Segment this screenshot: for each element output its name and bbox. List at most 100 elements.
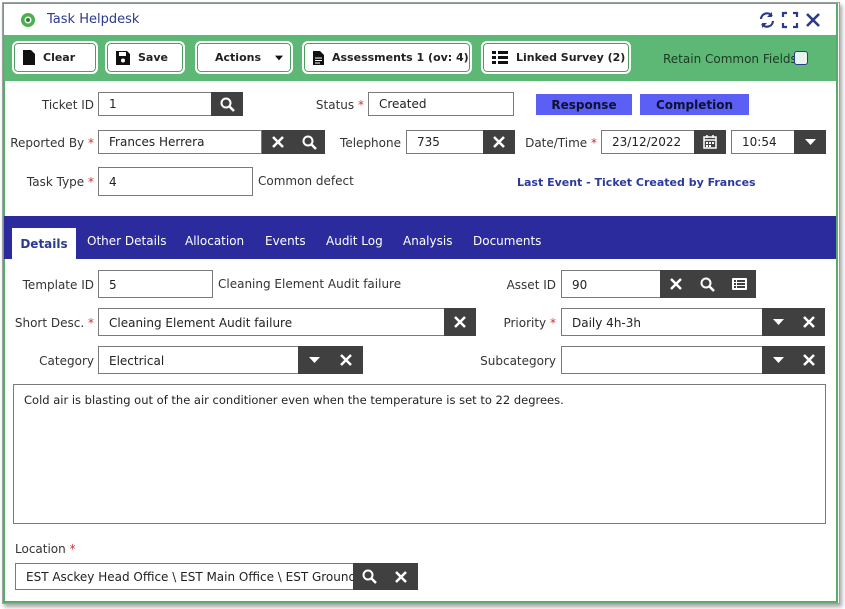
assessments-button[interactable]: Assessments 1 (ov: 4) bbox=[302, 41, 472, 74]
search-icon bbox=[220, 97, 235, 112]
toolbar: Clear Save Actions Assessments 1 (ov: 4)… bbox=[4, 35, 836, 81]
calendar-icon bbox=[703, 135, 717, 149]
clear-x-icon bbox=[803, 316, 815, 328]
short-desc-label: Short Desc. * bbox=[14, 316, 94, 330]
clear-x-icon bbox=[272, 136, 284, 148]
reported-by-label: Reported By * bbox=[10, 136, 94, 150]
clear-x-icon bbox=[803, 354, 815, 366]
document-icon bbox=[313, 50, 324, 65]
ticket-id-input[interactable]: 1 bbox=[98, 92, 212, 116]
subcategory-clear-button[interactable] bbox=[793, 346, 825, 374]
window-title: Task Helpdesk bbox=[47, 12, 140, 27]
search-icon bbox=[700, 277, 715, 292]
category-dropdown-button[interactable] bbox=[298, 346, 330, 374]
reported-by-input[interactable]: Frances Herrera bbox=[98, 130, 262, 154]
telephone-clear-button[interactable] bbox=[483, 130, 515, 154]
telephone-label: Telephone bbox=[340, 136, 401, 150]
subcategory-select[interactable] bbox=[561, 346, 763, 374]
asset-list-button[interactable] bbox=[722, 270, 756, 298]
location-clear-button[interactable] bbox=[384, 563, 418, 590]
task-type-description: Common defect bbox=[258, 174, 354, 188]
clear-x-icon bbox=[340, 354, 352, 366]
template-description: Cleaning Element Audit failure bbox=[218, 277, 402, 291]
description-textarea[interactable]: Cold air is blasting out of the air cond… bbox=[13, 384, 826, 524]
clear-x-icon bbox=[454, 316, 466, 328]
caret-down-icon bbox=[308, 357, 320, 363]
asset-id-input[interactable]: 90 bbox=[561, 270, 661, 298]
priority-clear-button[interactable] bbox=[793, 308, 825, 336]
ticket-search-button[interactable] bbox=[211, 92, 243, 116]
telephone-input[interactable]: 735 bbox=[406, 130, 484, 154]
completion-button[interactable]: Completion bbox=[640, 94, 749, 115]
category-label: Category bbox=[39, 354, 94, 368]
caret-down-icon bbox=[772, 357, 784, 363]
template-id-input[interactable]: 5 bbox=[98, 270, 213, 298]
list-icon bbox=[731, 278, 747, 290]
location-label: Location * bbox=[15, 542, 76, 556]
task-type-input[interactable]: 4 bbox=[98, 167, 253, 196]
file-icon bbox=[23, 50, 35, 65]
clear-label: Clear bbox=[43, 51, 76, 64]
assessments-label: Assessments 1 (ov: 4) bbox=[332, 51, 469, 64]
caret-down-icon bbox=[772, 319, 784, 325]
reported-by-clear-button[interactable] bbox=[262, 130, 294, 154]
list-icon bbox=[492, 51, 508, 64]
short-desc-clear-button[interactable] bbox=[444, 308, 476, 336]
tab-documents[interactable]: Documents bbox=[473, 234, 541, 248]
subcategory-dropdown-button[interactable] bbox=[762, 346, 794, 374]
linked-survey-button[interactable]: Linked Survey (2) bbox=[481, 41, 631, 74]
tab-other-details[interactable]: Other Details bbox=[87, 234, 167, 248]
tab-events[interactable]: Events bbox=[265, 234, 306, 248]
actions-label: Actions bbox=[215, 51, 261, 64]
status-label: Status * bbox=[315, 98, 364, 112]
tab-allocation[interactable]: Allocation bbox=[185, 234, 244, 248]
subcategory-label: Subcategory bbox=[480, 354, 556, 368]
tab-audit-log[interactable]: Audit Log bbox=[326, 234, 383, 248]
app-logo-icon bbox=[21, 13, 35, 27]
priority-dropdown-button[interactable] bbox=[762, 308, 794, 336]
clear-button[interactable]: Clear bbox=[12, 41, 98, 74]
date-input[interactable]: 23/12/2022 bbox=[601, 130, 695, 154]
asset-search-button[interactable] bbox=[691, 270, 723, 298]
datetime-label: Date/Time * bbox=[525, 136, 597, 150]
response-button[interactable]: Response bbox=[536, 94, 632, 115]
clear-x-icon bbox=[670, 278, 682, 290]
title-bar: Task Helpdesk bbox=[4, 4, 836, 35]
date-picker-button[interactable] bbox=[694, 130, 726, 154]
refresh-icon[interactable] bbox=[758, 11, 776, 29]
search-icon bbox=[362, 569, 377, 584]
category-select[interactable]: Electrical bbox=[98, 346, 299, 374]
time-dropdown-button[interactable] bbox=[794, 130, 826, 154]
maximize-icon[interactable] bbox=[781, 11, 799, 29]
search-icon bbox=[302, 135, 317, 150]
status-input[interactable]: Created bbox=[368, 92, 514, 116]
tab-bar: Details Other Details Allocation Events … bbox=[4, 216, 836, 259]
save-label: Save bbox=[138, 51, 168, 64]
clear-x-icon bbox=[493, 136, 505, 148]
close-icon[interactable] bbox=[804, 11, 822, 29]
asset-id-label: Asset ID bbox=[506, 278, 556, 292]
category-clear-button[interactable] bbox=[329, 346, 363, 374]
tab-analysis[interactable]: Analysis bbox=[403, 234, 452, 248]
time-input[interactable]: 10:54 bbox=[731, 130, 795, 154]
asset-clear-button[interactable] bbox=[660, 270, 692, 298]
priority-select[interactable]: Daily 4h-3h bbox=[561, 308, 763, 336]
actions-button[interactable]: Actions bbox=[195, 41, 293, 74]
linked-survey-label: Linked Survey (2) bbox=[516, 51, 626, 64]
task-type-label: Task Type * bbox=[26, 175, 94, 189]
short-desc-input[interactable]: Cleaning Element Audit failure bbox=[98, 308, 445, 336]
priority-label: Priority * bbox=[503, 316, 556, 330]
location-search-button[interactable] bbox=[353, 563, 385, 590]
reported-by-search-button[interactable] bbox=[293, 130, 325, 154]
caret-down-icon bbox=[275, 55, 283, 60]
save-icon bbox=[116, 50, 130, 65]
template-id-label: Template ID bbox=[22, 278, 94, 292]
ticket-id-label: Ticket ID bbox=[41, 98, 94, 112]
location-input[interactable]: EST Asckey Head Office \ EST Main Office… bbox=[15, 563, 354, 590]
save-button[interactable]: Save bbox=[105, 41, 185, 74]
clear-x-icon bbox=[395, 570, 407, 583]
tab-details[interactable]: Details bbox=[12, 228, 76, 259]
retain-common-fields-label: Retain Common Fields bbox=[663, 52, 797, 66]
caret-down-icon bbox=[804, 139, 816, 145]
retain-common-fields-checkbox[interactable] bbox=[794, 51, 808, 65]
